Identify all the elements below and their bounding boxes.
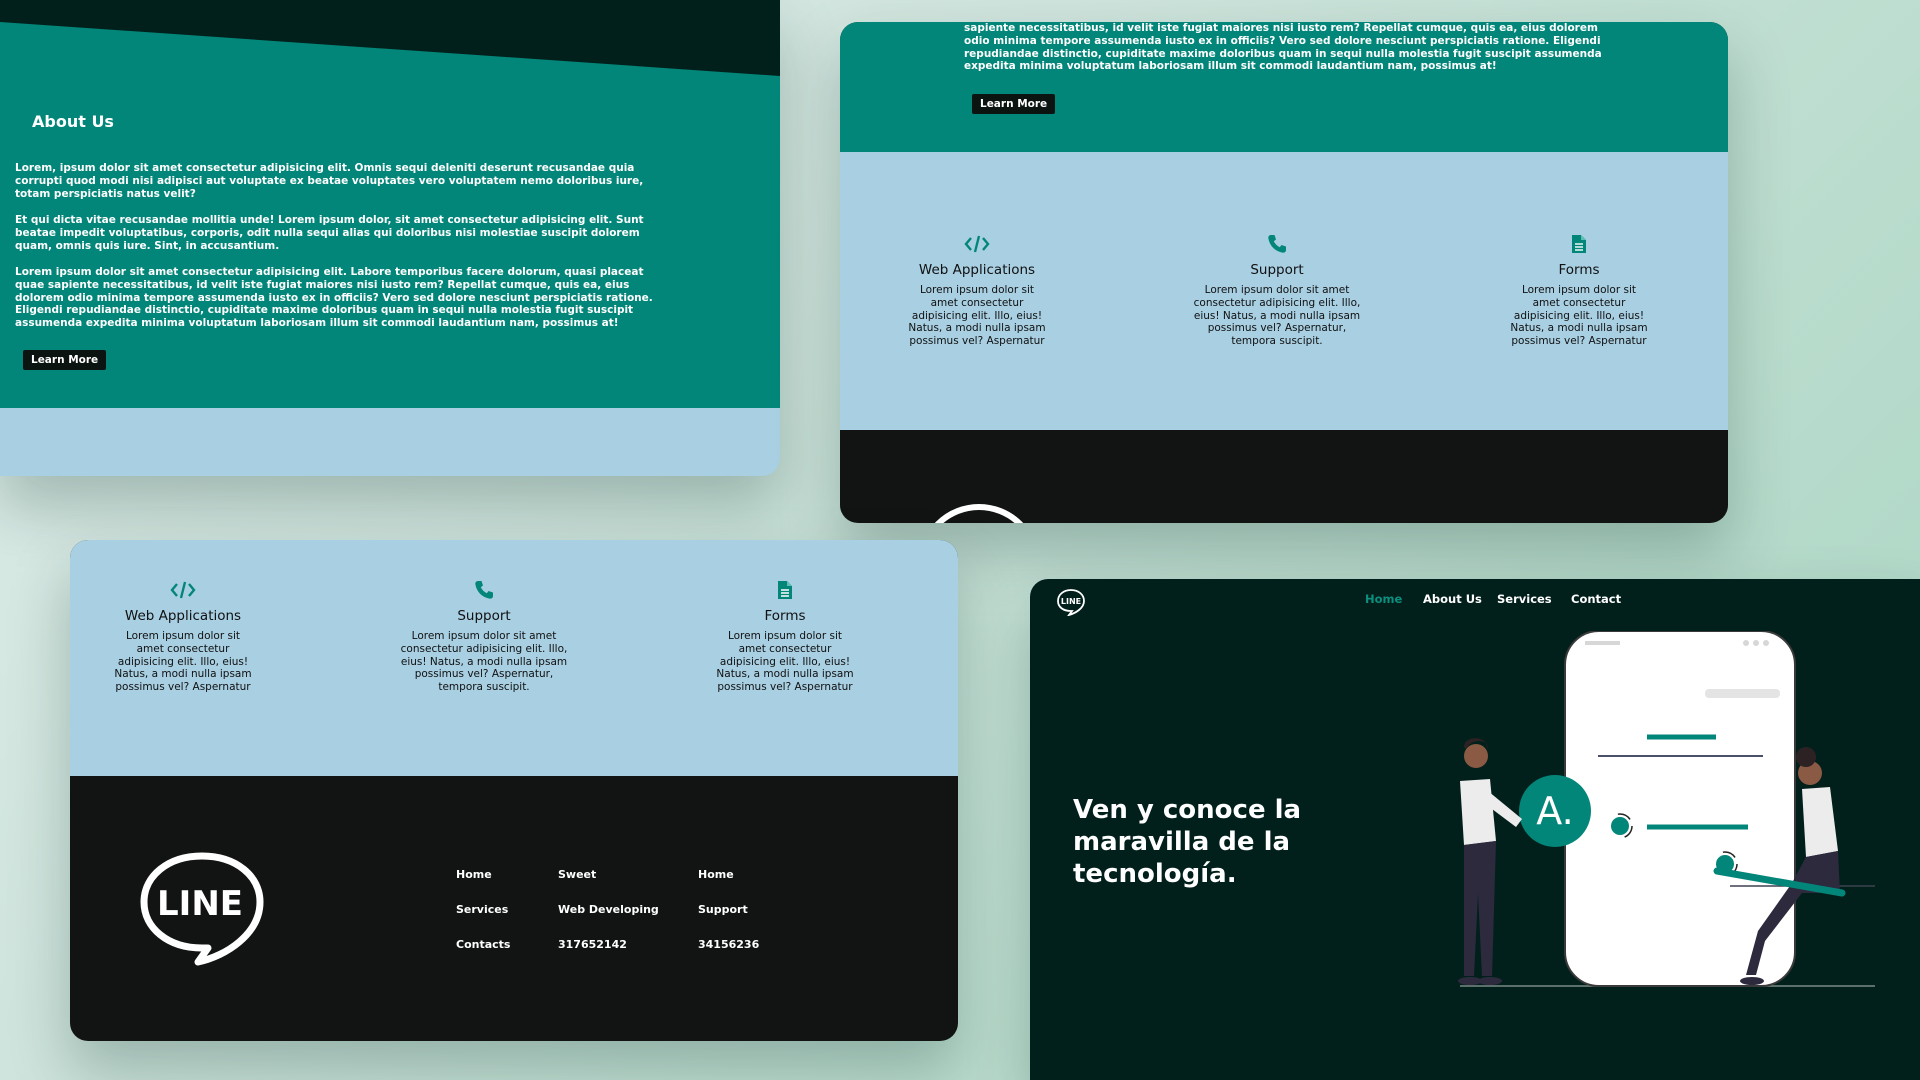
service-web-applications: Web Applications Lorem ipsum dolor sit a… [882,234,1072,348]
service-title: Support [1250,262,1304,278]
code-icon [170,581,196,599]
service-description: Lorem ipsum dolor sit amet consectetur a… [114,630,252,694]
footer-link-home[interactable]: Home [456,868,492,881]
code-icon [964,235,990,253]
footer-link-home-2[interactable]: Home [698,868,734,881]
hero-section-preview: LINE Home About Us Services Contact Ven … [1030,579,1920,1080]
footer-link-support[interactable]: Support [698,903,748,916]
nav-services[interactable]: Services [1497,592,1552,606]
footer-phone-1: 317652142 [558,938,627,951]
about-us-section-preview: About Us Lorem, ipsum dolor sit amet con… [0,0,780,476]
service-title: Forms [764,608,806,624]
line-logo[interactable]: LINE [138,848,266,968]
service-description: Lorem ipsum dolor sit amet consectetur a… [1193,284,1361,348]
service-title: Forms [1558,262,1600,278]
nav-about-us[interactable]: About Us [1423,592,1482,606]
service-title: Web Applications [918,262,1036,278]
service-forms: Forms Lorem ipsum dolor sit amet consect… [690,580,880,694]
service-forms: Forms Lorem ipsum dolor sit amet consect… [1484,234,1674,348]
services-footer-preview: Web Applications Lorem ipsum dolor sit a… [70,540,958,1041]
footer-logo-peek [918,504,1040,523]
phone-icon [1268,235,1286,253]
learn-more-button[interactable]: Learn More [972,94,1056,114]
hero-illustration: A. [1458,631,1875,987]
service-support: Support Lorem ipsum dolor sit amet conse… [389,580,579,694]
footer-link-sweet[interactable]: Sweet [558,868,596,881]
document-icon [1572,235,1586,253]
hero-title: Ven y conoce la maravilla de la tecnolog… [1073,795,1302,889]
footer-link-contacts[interactable]: Contacts [456,938,510,951]
about-paragraph-3: Lorem ipsum dolor sit amet consectetur a… [15,266,653,330]
service-description: Lorem ipsum dolor sit amet consectetur a… [1510,284,1648,348]
about-paragraph-1: Lorem, ipsum dolor sit amet consectetur … [15,162,644,200]
service-description: Lorem ipsum dolor sit amet consectetur a… [716,630,854,694]
service-web-applications: Web Applications Lorem ipsum dolor sit a… [88,580,278,694]
service-title: Web Applications [124,608,242,624]
nav-logo[interactable]: LINE [1056,588,1086,616]
service-description: Lorem ipsum dolor sit amet consectetur a… [400,630,568,694]
service-support: Support Lorem ipsum dolor sit amet conse… [1182,234,1372,348]
logo-text: LINE [1061,597,1081,606]
about-paragraph-2: Et qui dicta vitae recusandae mollitia u… [15,214,644,252]
badge-letter: A. [1536,789,1573,833]
footer-link-services[interactable]: Services [456,903,508,916]
phone-icon [475,581,493,599]
document-icon [778,581,792,599]
service-title: Support [457,608,511,624]
about-title: About Us [32,112,114,131]
service-description: Lorem ipsum dolor sit amet consectetur a… [908,284,1046,348]
logo-text: LINE [157,884,243,924]
nav-home[interactable]: Home [1365,592,1402,606]
about-paragraph-partial: sapiente necessitatibus, id velit iste f… [964,22,1602,73]
footer-phone-2: 34156236 [698,938,760,951]
nav-contact[interactable]: Contact [1571,592,1621,606]
footer-link-web-developing[interactable]: Web Developing [558,903,659,916]
services-section-preview-top: sapiente necessitatibus, id velit iste f… [840,22,1728,523]
learn-more-button[interactable]: Learn More [23,350,107,370]
